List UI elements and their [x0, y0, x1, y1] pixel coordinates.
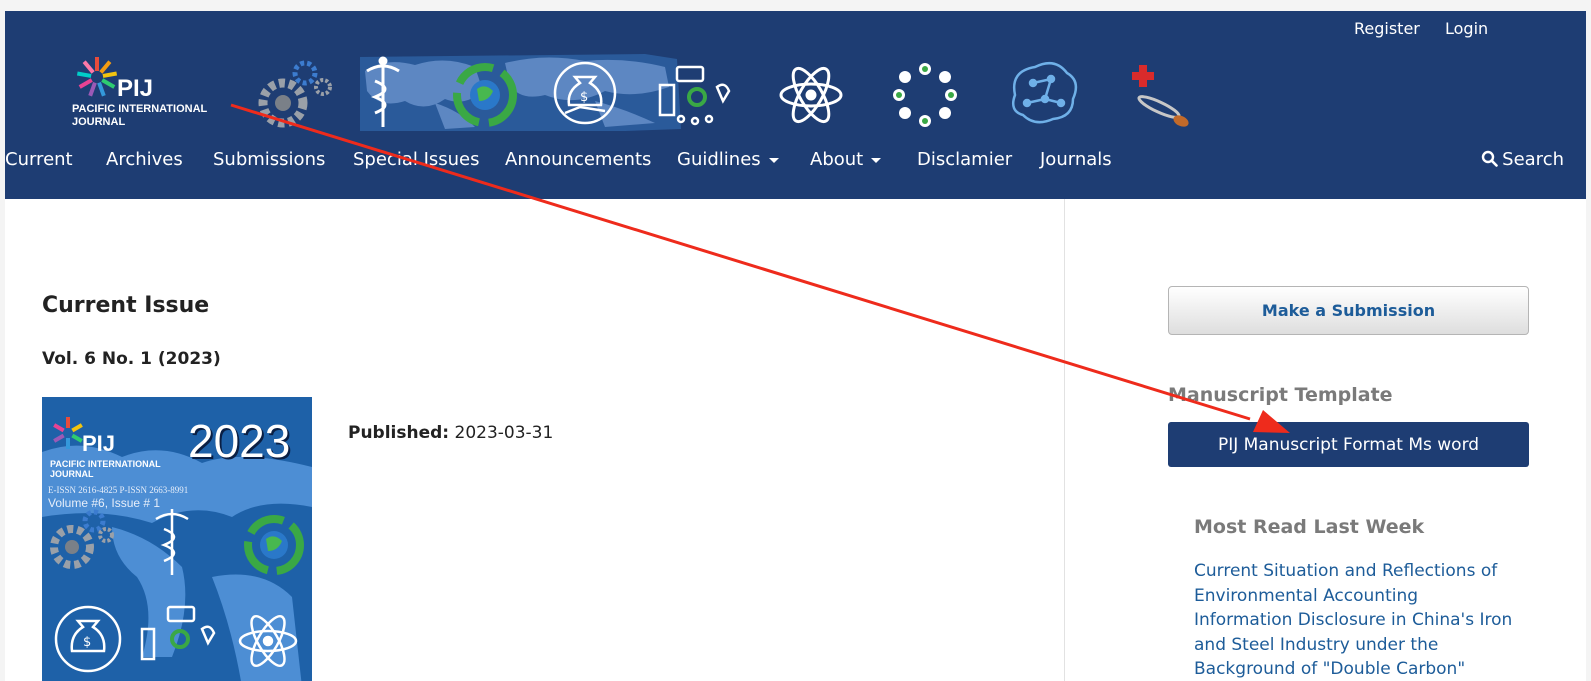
most-read-article-link[interactable]: Current Situation and Reflections of Env… — [1194, 559, 1514, 681]
site-header: Register Login PIJ PACIFIC INTERNATIONAL… — [5, 11, 1586, 199]
nav-item-announcements[interactable]: Announcements — [505, 149, 651, 170]
cover-volume: Volume #6, Issue # 1 — [48, 496, 160, 510]
nav-item-guidlines[interactable]: Guidlines — [677, 149, 779, 170]
cover-logo-starburst-icon — [53, 417, 83, 449]
banner-graphic: PIJ PACIFIC INTERNATIONAL JOURNAL $ — [72, 54, 1189, 131]
issue-cover-image[interactable]: PIJ 2023 2023 PACIFIC INTERNATIONAL JOUR… — [42, 397, 312, 681]
published-label: Published: — [348, 423, 450, 443]
nav-item-submissions[interactable]: Submissions — [213, 149, 325, 170]
cover-gear-icon — [50, 509, 114, 569]
logo-name-line1: PACIFIC INTERNATIONAL — [72, 103, 208, 115]
nav-item-disclamier[interactable]: Disclamier — [917, 149, 1012, 170]
make-submission-label: Make a Submission — [1261, 301, 1436, 320]
nav-label: Disclamier — [917, 149, 1013, 170]
search-label: Search — [1502, 149, 1564, 170]
logo-name-line2: JOURNAL — [72, 116, 125, 128]
sidebar-divider — [1064, 199, 1065, 681]
logo-starburst-icon — [76, 57, 118, 97]
manuscript-format-button[interactable]: PIJ Manuscript Format Ms word — [1168, 422, 1529, 467]
search-link[interactable]: Search — [1481, 149, 1564, 170]
manuscript-format-label: PIJ Manuscript Format Ms word — [1217, 434, 1480, 455]
login-link[interactable]: Login — [1445, 19, 1488, 38]
nav-label: Submissions — [213, 149, 326, 170]
nav-item-journals[interactable]: Journals — [1040, 149, 1112, 170]
nav-item-archives[interactable]: Archives — [106, 149, 183, 170]
pij-logo[interactable]: PIJ PACIFIC INTERNATIONAL JOURNAL — [72, 57, 208, 128]
published-date: Published: 2023-03-31 — [348, 423, 553, 443]
cover-graphic: PIJ 2023 2023 PACIFIC INTERNATIONAL JOUR… — [42, 415, 312, 681]
brain-icon — [1012, 61, 1078, 124]
nav-label: Journals — [1040, 149, 1112, 170]
world-map-strip — [360, 54, 681, 131]
nav-item-about[interactable]: About — [810, 149, 882, 170]
search-icon — [1481, 150, 1498, 167]
atom-icon — [779, 66, 843, 124]
nav-label: Special Issues — [353, 149, 480, 170]
cover-recycle-globe-icon — [244, 515, 304, 575]
cover-logo-mark: PIJ — [82, 431, 115, 456]
make-submission-button[interactable]: Make a Submission — [1168, 286, 1529, 335]
cover-journal-line2: JOURNAL — [50, 469, 94, 479]
nav-label: About — [810, 149, 864, 170]
agriculture-icon — [893, 63, 957, 127]
cover-issn: E-ISSN 2616-4825 P-ISSN 2663-8991 — [48, 485, 188, 495]
cover-money-bag-icon: $ — [54, 605, 122, 673]
nav-label: Guidlines — [677, 149, 761, 170]
register-link[interactable]: Register — [1354, 19, 1420, 38]
svg-text:$: $ — [83, 635, 91, 650]
issue-volume[interactable]: Vol. 6 No. 1 (2023) — [42, 349, 221, 369]
nav-item-current[interactable]: Current — [5, 149, 73, 170]
header-banner[interactable]: PIJ PACIFIC INTERNATIONAL JOURNAL $ — [5, 51, 1586, 135]
logo-mark: PIJ — [117, 75, 153, 102]
cover-year: 2023 — [188, 415, 290, 467]
cover-journal-line1: PACIFIC INTERNATIONAL — [50, 459, 161, 469]
nav-item-special-issues[interactable]: Special Issues — [353, 149, 480, 170]
nav-label: Announcements — [505, 149, 652, 170]
gear-icon — [258, 60, 332, 128]
published-value: 2023-03-31 — [454, 423, 554, 443]
caret-down-icon — [871, 157, 882, 163]
nav-label: Current — [5, 149, 73, 170]
caret-down-icon — [768, 157, 779, 163]
nav-label: Archives — [106, 149, 183, 170]
manuscript-template-heading: Manuscript Template — [1168, 384, 1393, 406]
browser-page: Register Login PIJ PACIFIC INTERNATIONAL… — [5, 11, 1586, 681]
medical-icon — [1132, 65, 1189, 127]
svg-text:$: $ — [580, 90, 588, 105]
most-read-heading: Most Read Last Week — [1194, 516, 1425, 538]
page-title: Current Issue — [42, 293, 210, 318]
main-nav: Current Archives Submissions Special Iss… — [5, 149, 1586, 179]
